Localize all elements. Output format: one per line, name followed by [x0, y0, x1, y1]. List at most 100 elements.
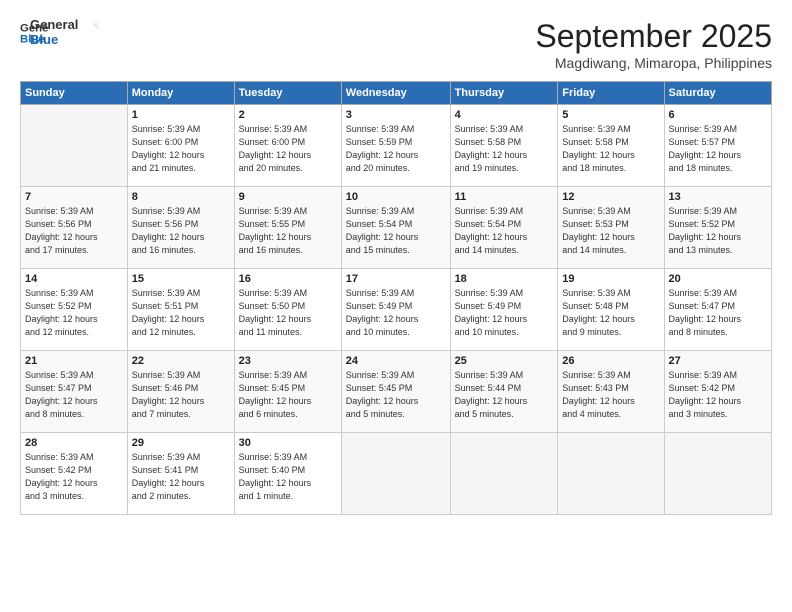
- calendar-body: 1 Sunrise: 5:39 AMSunset: 6:00 PMDaylight…: [21, 105, 772, 515]
- week-row-1: 7 Sunrise: 5:39 AMSunset: 5:56 PMDaylight…: [21, 187, 772, 269]
- day-number: 25: [455, 355, 554, 367]
- day-number: 11: [455, 191, 554, 203]
- calendar-cell: 16 Sunrise: 5:39 AMSunset: 5:50 PMDayligh…: [234, 269, 341, 351]
- calendar-cell: 7 Sunrise: 5:39 AMSunset: 5:56 PMDaylight…: [21, 187, 128, 269]
- day-number: 23: [239, 355, 337, 367]
- calendar-cell: 18Sunrise: 5:39 AMSunset: 5:49 PMDayligh…: [450, 269, 558, 351]
- day-number: 1: [132, 109, 230, 121]
- day-number: 12: [562, 191, 659, 203]
- calendar-cell: 19 Sunrise: 5:39 AMSunset: 5:48 PMDayligh…: [558, 269, 664, 351]
- subtitle: Magdiwang, Mimaropa, Philippines: [535, 55, 772, 71]
- day-info: Sunrise: 5:39 AMSunset: 5:59 PMDaylight:…: [346, 123, 446, 175]
- day-number: 29: [132, 437, 230, 449]
- calendar-cell: 30 Sunrise: 5:39 AMSunset: 5:40 PMDayligh…: [234, 433, 341, 515]
- calendar-cell: 23 Sunrise: 5:39 AMSunset: 5:45 PMDayligh…: [234, 351, 341, 433]
- day-number: 13: [669, 191, 767, 203]
- logo: General Blue General Blue: [20, 18, 100, 48]
- day-info: Sunrise: 5:39 AMSunset: 5:47 PMDaylight:…: [669, 287, 767, 339]
- day-number: 27: [669, 355, 767, 367]
- week-row-0: 1 Sunrise: 5:39 AMSunset: 6:00 PMDaylight…: [21, 105, 772, 187]
- day-number: 2: [239, 109, 337, 121]
- day-number: 5: [562, 109, 659, 121]
- title-block: September 2025 Magdiwang, Mimaropa, Phil…: [535, 18, 772, 71]
- day-number: 30: [239, 437, 337, 449]
- day-info: Sunrise: 5:39 AMSunset: 5:45 PMDaylight:…: [239, 369, 337, 421]
- day-info: Sunrise: 5:39 AMSunset: 5:53 PMDaylight:…: [562, 205, 659, 257]
- day-info: Sunrise: 5:39 AMSunset: 5:50 PMDaylight:…: [239, 287, 337, 339]
- calendar-cell: [558, 433, 664, 515]
- calendar-cell: [21, 105, 128, 187]
- calendar-cell: 5 Sunrise: 5:39 AMSunset: 5:58 PMDaylight…: [558, 105, 664, 187]
- calendar-cell: 29 Sunrise: 5:39 AMSunset: 5:41 PMDayligh…: [127, 433, 234, 515]
- calendar-cell: 28Sunrise: 5:39 AMSunset: 5:42 PMDayligh…: [21, 433, 128, 515]
- week-row-2: 14 Sunrise: 5:39 AMSunset: 5:52 PMDayligh…: [21, 269, 772, 351]
- logo-bird-icon: [82, 20, 100, 32]
- calendar-cell: 6Sunrise: 5:39 AMSunset: 5:57 PMDaylight…: [664, 105, 771, 187]
- day-info: Sunrise: 5:39 AMSunset: 5:58 PMDaylight:…: [562, 123, 659, 175]
- day-number: 24: [346, 355, 446, 367]
- day-info: Sunrise: 5:39 AMSunset: 5:54 PMDaylight:…: [455, 205, 554, 257]
- calendar-cell: 12 Sunrise: 5:39 AMSunset: 5:53 PMDayligh…: [558, 187, 664, 269]
- day-number: 17: [346, 273, 446, 285]
- calendar-cell: 1 Sunrise: 5:39 AMSunset: 6:00 PMDaylight…: [127, 105, 234, 187]
- day-number: 26: [562, 355, 659, 367]
- day-info: Sunrise: 5:39 AMSunset: 5:52 PMDaylight:…: [669, 205, 767, 257]
- main-title: September 2025: [535, 18, 772, 55]
- day-number: 16: [239, 273, 337, 285]
- calendar-cell: [341, 433, 450, 515]
- calendar-cell: 17 Sunrise: 5:39 AMSunset: 5:49 PMDayligh…: [341, 269, 450, 351]
- day-info: Sunrise: 5:39 AMSunset: 5:49 PMDaylight:…: [346, 287, 446, 339]
- col-tuesday: Tuesday: [234, 82, 341, 105]
- calendar-cell: 13 Sunrise: 5:39 AMSunset: 5:52 PMDayligh…: [664, 187, 771, 269]
- day-info: Sunrise: 5:39 AMSunset: 5:57 PMDaylight:…: [669, 123, 767, 175]
- day-info: Sunrise: 5:39 AMSunset: 5:51 PMDaylight:…: [132, 287, 230, 339]
- calendar-cell: 27 Sunrise: 5:39 AMSunset: 5:42 PMDayligh…: [664, 351, 771, 433]
- col-saturday: Saturday: [664, 82, 771, 105]
- logo-line1: General: [30, 18, 100, 33]
- day-info: Sunrise: 5:39 AMSunset: 5:44 PMDaylight:…: [455, 369, 554, 421]
- day-number: 7: [25, 191, 123, 203]
- day-info: Sunrise: 5:39 AMSunset: 5:52 PMDaylight:…: [25, 287, 123, 339]
- day-number: 19: [562, 273, 659, 285]
- day-info: Sunrise: 5:39 AMSunset: 5:47 PMDaylight:…: [25, 369, 123, 421]
- day-number: 10: [346, 191, 446, 203]
- day-info: Sunrise: 5:39 AMSunset: 5:55 PMDaylight:…: [239, 205, 337, 257]
- day-info: Sunrise: 5:39 AMSunset: 5:56 PMDaylight:…: [25, 205, 123, 257]
- calendar-table: Sunday Monday Tuesday Wednesday Thursday…: [20, 81, 772, 515]
- day-number: 18: [455, 273, 554, 285]
- day-info: Sunrise: 5:39 AMSunset: 5:40 PMDaylight:…: [239, 451, 337, 503]
- col-sunday: Sunday: [21, 82, 128, 105]
- calendar-cell: 20 Sunrise: 5:39 AMSunset: 5:47 PMDayligh…: [664, 269, 771, 351]
- day-info: Sunrise: 5:39 AMSunset: 6:00 PMDaylight:…: [132, 123, 230, 175]
- day-info: Sunrise: 5:39 AMSunset: 5:42 PMDaylight:…: [669, 369, 767, 421]
- calendar-cell: 8Sunrise: 5:39 AMSunset: 5:56 PMDaylight…: [127, 187, 234, 269]
- day-info: Sunrise: 5:39 AMSunset: 6:00 PMDaylight:…: [239, 123, 337, 175]
- day-number: 3: [346, 109, 446, 121]
- day-number: 14: [25, 273, 123, 285]
- calendar-cell: 24 Sunrise: 5:39 AMSunset: 5:45 PMDayligh…: [341, 351, 450, 433]
- day-number: 20: [669, 273, 767, 285]
- calendar-cell: 14 Sunrise: 5:39 AMSunset: 5:52 PMDayligh…: [21, 269, 128, 351]
- calendar-cell: 4 Sunrise: 5:39 AMSunset: 5:58 PMDaylight…: [450, 105, 558, 187]
- day-number: 15: [132, 273, 230, 285]
- day-number: 22: [132, 355, 230, 367]
- calendar-cell: [664, 433, 771, 515]
- day-info: Sunrise: 5:39 AMSunset: 5:56 PMDaylight:…: [132, 205, 230, 257]
- calendar-cell: 2 Sunrise: 5:39 AMSunset: 6:00 PMDaylight…: [234, 105, 341, 187]
- day-info: Sunrise: 5:39 AMSunset: 5:58 PMDaylight:…: [455, 123, 554, 175]
- day-info: Sunrise: 5:39 AMSunset: 5:46 PMDaylight:…: [132, 369, 230, 421]
- calendar-cell: 15 Sunrise: 5:39 AMSunset: 5:51 PMDayligh…: [127, 269, 234, 351]
- logo-line2: Blue: [30, 33, 58, 48]
- day-info: Sunrise: 5:39 AMSunset: 5:41 PMDaylight:…: [132, 451, 230, 503]
- day-info: Sunrise: 5:39 AMSunset: 5:45 PMDaylight:…: [346, 369, 446, 421]
- calendar-cell: 9Sunrise: 5:39 AMSunset: 5:55 PMDaylight…: [234, 187, 341, 269]
- day-number: 4: [455, 109, 554, 121]
- calendar-cell: 3 Sunrise: 5:39 AMSunset: 5:59 PMDaylight…: [341, 105, 450, 187]
- day-number: 28: [25, 437, 123, 449]
- day-info: Sunrise: 5:39 AMSunset: 5:54 PMDaylight:…: [346, 205, 446, 257]
- col-thursday: Thursday: [450, 82, 558, 105]
- week-row-3: 21Sunrise: 5:39 AMSunset: 5:47 PMDayligh…: [21, 351, 772, 433]
- calendar-cell: 25 Sunrise: 5:39 AMSunset: 5:44 PMDayligh…: [450, 351, 558, 433]
- day-info: Sunrise: 5:39 AMSunset: 5:48 PMDaylight:…: [562, 287, 659, 339]
- header: General Blue General Blue September 2025…: [20, 18, 772, 71]
